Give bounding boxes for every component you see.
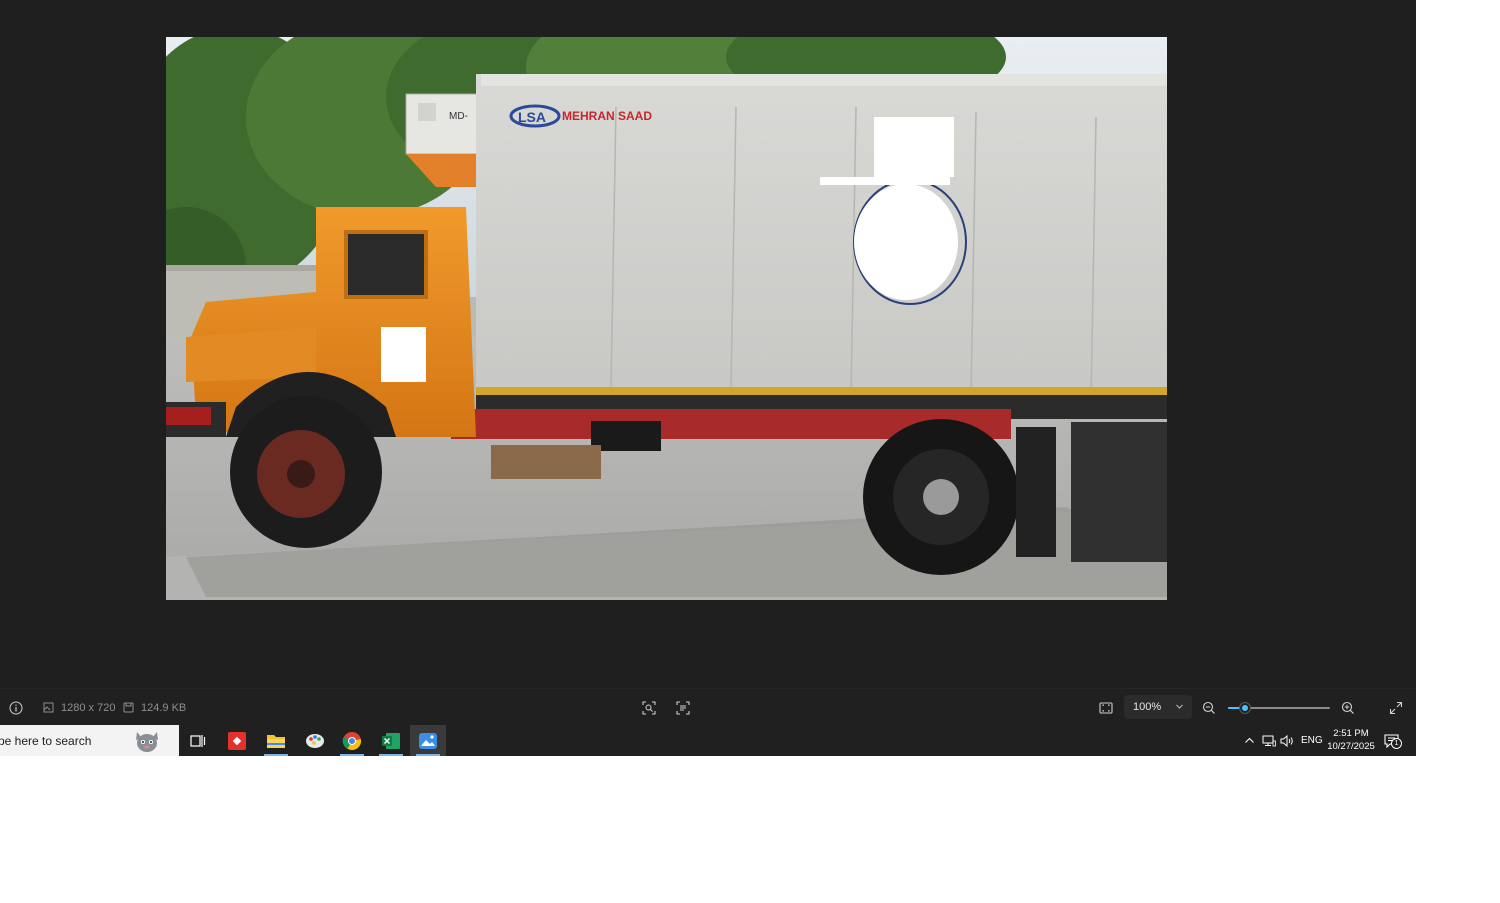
- reefer-unit-label: MD-: [449, 111, 468, 122]
- zoom-in-button[interactable]: [1341, 689, 1355, 726]
- displayed-photo-truck[interactable]: MD- LSA MEHRAN SAAD: [166, 37, 1167, 600]
- fullscreen-icon: [1389, 701, 1403, 714]
- ocr-scan-button[interactable]: [676, 689, 690, 726]
- info-icon: [9, 701, 23, 714]
- taskbar-app-excel[interactable]: [373, 725, 409, 756]
- photos-app-window: MD- LSA MEHRAN SAAD 1280 x 720 124.9 KB …: [0, 0, 1416, 756]
- file-save-icon: [123, 702, 134, 713]
- language-indicator: ENG: [1301, 735, 1323, 746]
- photos-status-bar: 1280 x 720 124.9 KB 100%: [0, 688, 1416, 725]
- taskbar-app-chrome[interactable]: [334, 725, 370, 756]
- zoom-out-button[interactable]: [1202, 689, 1216, 726]
- input-language-button[interactable]: ENG: [1301, 725, 1323, 756]
- clock-time: 2:51 PM: [1333, 728, 1369, 739]
- zoom-in-icon: [1341, 701, 1354, 714]
- folder-icon: [267, 734, 285, 748]
- volume-icon: [1280, 734, 1293, 747]
- windows-taskbar: pe here to search ENG 2:51 PM 10/27/2025…: [0, 725, 1416, 756]
- text-scan-icon: [676, 700, 690, 715]
- zoom-slider[interactable]: [1228, 701, 1330, 715]
- search-placeholder: pe here to search: [0, 734, 92, 748]
- visual-search-button[interactable]: [642, 689, 656, 726]
- volume-button[interactable]: [1280, 725, 1294, 756]
- info-button[interactable]: [9, 689, 23, 726]
- zoom-level-dropdown[interactable]: 100%: [1124, 695, 1192, 719]
- running-indicator: [379, 754, 403, 756]
- taskbar-app-file-explorer[interactable]: [258, 725, 294, 756]
- taskbar-search-box[interactable]: pe here to search: [0, 725, 179, 756]
- excel-icon: [382, 732, 400, 749]
- visual-search-icon: [642, 700, 656, 715]
- search-highlight-icon: [136, 732, 158, 752]
- task-view-button[interactable]: [180, 725, 216, 756]
- fullscreen-button[interactable]: [1389, 689, 1403, 726]
- running-indicator: [416, 754, 440, 756]
- zoom-slider-thumb[interactable]: [1239, 702, 1251, 714]
- running-indicator: [264, 754, 288, 756]
- dimensions-indicator: 1280 x 720: [43, 689, 115, 726]
- paint-palette-icon: [306, 733, 324, 748]
- image-size-icon: [43, 702, 54, 713]
- zoom-level-value: 100%: [1133, 701, 1162, 713]
- chevron-down-icon: [1176, 704, 1183, 709]
- running-indicator: [340, 754, 364, 756]
- taskbar-app-paint[interactable]: [297, 725, 333, 756]
- clock-date: 10/27/2025: [1327, 741, 1375, 752]
- taskbar-app-anydesk[interactable]: [219, 725, 255, 756]
- show-hidden-icons-button[interactable]: [1244, 725, 1255, 756]
- zoom-out-icon: [1202, 701, 1215, 714]
- network-icon: [1262, 735, 1276, 746]
- task-view-icon: [190, 734, 206, 747]
- chevron-up-icon: [1245, 737, 1254, 743]
- svg-text:LSA: LSA: [518, 109, 546, 125]
- fit-to-window-icon: [1099, 701, 1113, 714]
- truck-photo: MD- LSA MEHRAN SAAD: [166, 37, 1167, 600]
- taskbar-app-photos[interactable]: [410, 725, 446, 756]
- photos-icon: [419, 732, 437, 749]
- file-size-text: 124.9 KB: [141, 701, 187, 714]
- taskbar-clock[interactable]: 2:51 PM 10/27/2025: [1322, 727, 1380, 753]
- notification-count-badge: 1: [1391, 738, 1402, 749]
- file-size-indicator: 124.9 KB: [123, 689, 186, 726]
- image-dimensions-text: 1280 x 720: [61, 701, 116, 714]
- network-status-button[interactable]: [1262, 725, 1276, 756]
- anydesk-icon: [228, 731, 246, 750]
- box-brand-text: MEHRAN SAAD: [562, 109, 652, 123]
- chrome-icon: [342, 731, 362, 750]
- image-viewer-canvas[interactable]: MD- LSA MEHRAN SAAD: [0, 0, 1416, 688]
- fit-to-window-button[interactable]: [1099, 689, 1113, 726]
